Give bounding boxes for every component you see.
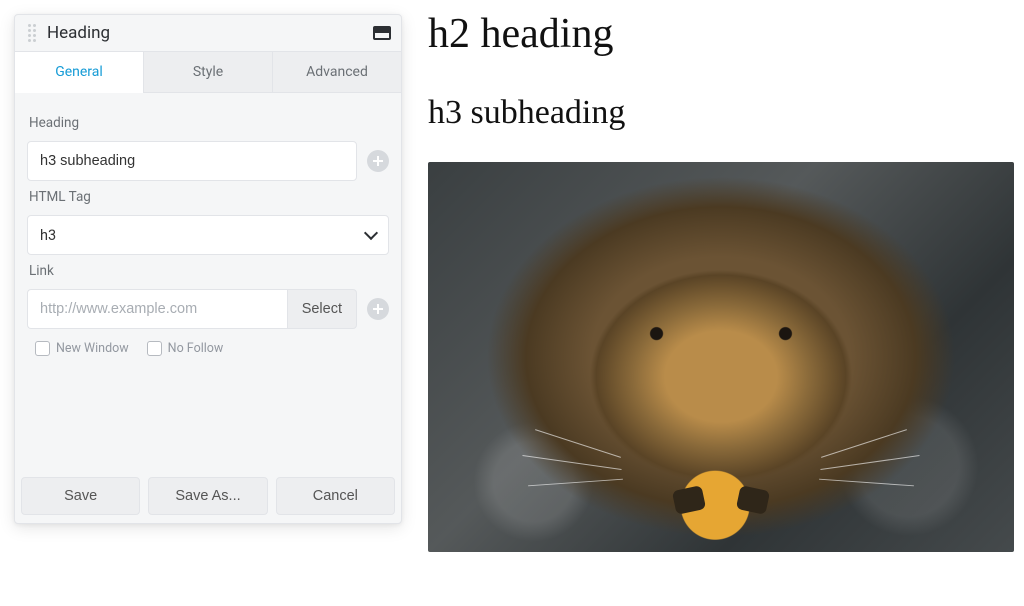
settings-panel: Heading General Style Advanced Heading H… — [14, 14, 402, 524]
panel-header: Heading — [15, 15, 401, 51]
preview-image — [428, 162, 1014, 552]
link-select-button[interactable]: Select — [287, 289, 357, 329]
cancel-button[interactable]: Cancel — [276, 477, 395, 515]
new-window-label: New Window — [56, 341, 129, 356]
save-button[interactable]: Save — [21, 477, 140, 515]
htmltag-select[interactable]: h3 — [27, 215, 389, 255]
checkbox-icon — [35, 341, 50, 356]
save-as-button[interactable]: Save As... — [148, 477, 267, 515]
new-window-checkbox[interactable]: New Window — [35, 341, 129, 356]
preview-area: h2 heading h3 subheading — [428, 10, 1014, 552]
tab-advanced[interactable]: Advanced — [272, 52, 401, 92]
tab-general[interactable]: General — [15, 52, 143, 93]
link-label: Link — [29, 263, 387, 279]
link-input[interactable] — [27, 289, 287, 329]
panel-title: Heading — [47, 23, 373, 43]
chevron-down-icon — [364, 226, 378, 240]
heading-input[interactable] — [27, 141, 357, 181]
htmltag-value: h3 — [40, 227, 56, 244]
responsive-toggle-icon[interactable] — [373, 26, 391, 40]
heading-label: Heading — [29, 115, 387, 131]
preview-h3-heading: h3 subheading — [428, 94, 1014, 132]
add-connection-icon[interactable] — [367, 298, 389, 320]
add-connection-icon[interactable] — [367, 150, 389, 172]
panel-footer: Save Save As... Cancel — [15, 477, 401, 523]
htmltag-label: HTML Tag — [29, 189, 387, 205]
drag-handle-icon[interactable] — [25, 23, 39, 43]
panel-body: Heading HTML Tag h3 Link Select New Wind… — [15, 93, 401, 477]
tab-style[interactable]: Style — [143, 52, 272, 92]
checkbox-icon — [147, 341, 162, 356]
no-follow-label: No Follow — [168, 341, 224, 356]
tabs: General Style Advanced — [15, 51, 401, 93]
preview-h2-heading: h2 heading — [428, 10, 1014, 58]
no-follow-checkbox[interactable]: No Follow — [147, 341, 224, 356]
